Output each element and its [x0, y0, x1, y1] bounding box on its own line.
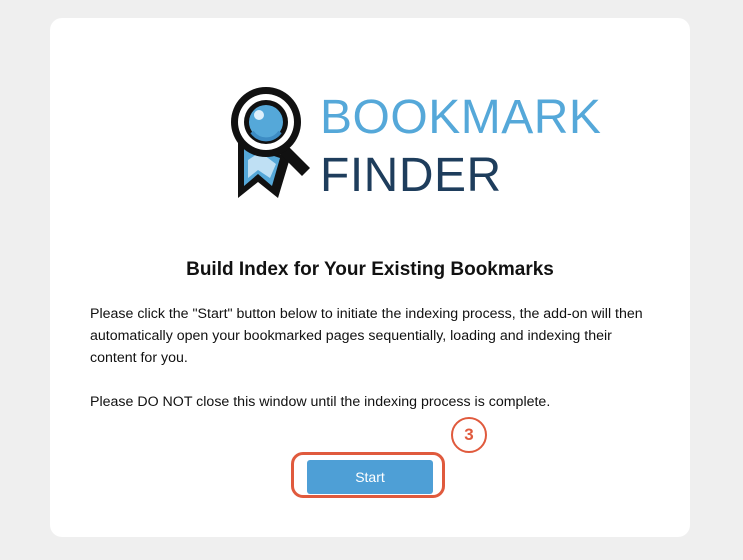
- start-button[interactable]: Start: [307, 460, 433, 494]
- page-title: Build Index for Your Existing Bookmarks: [186, 259, 554, 280]
- warning-paragraph: Please DO NOT close this window until th…: [90, 394, 551, 410]
- bookmark-finder-logo: BOOKMARK FINDER: [226, 86, 626, 206]
- indexing-dialog-card: BOOKMARK FINDER Build Index for Your Exi…: [50, 18, 690, 537]
- magnifier-ribbon-icon: [231, 87, 310, 198]
- logo-text-bookmark: BOOKMARK: [320, 91, 602, 144]
- instructions-paragraph: Please click the "Start" button below to…: [90, 306, 643, 366]
- logo-text-finder: FINDER: [320, 149, 502, 202]
- step-number-badge: 3: [451, 417, 487, 453]
